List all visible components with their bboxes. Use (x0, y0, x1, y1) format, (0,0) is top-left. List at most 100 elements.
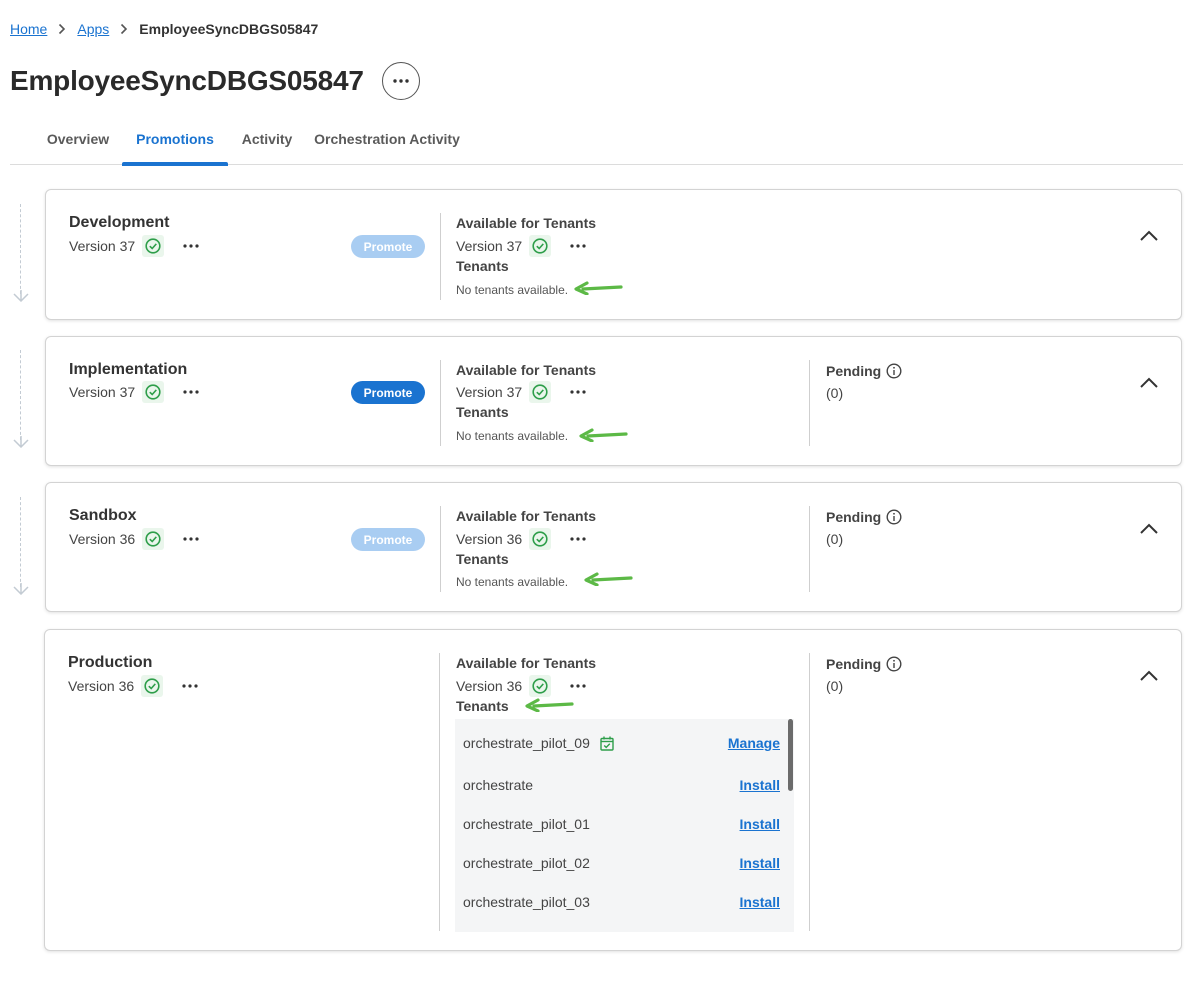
install-link[interactable]: Install (740, 855, 780, 871)
page-title: EmployeeSyncDBGS05847 (10, 65, 364, 96)
collapse-button[interactable] (1137, 371, 1161, 395)
environment-card-production: Production Version 36 Available for Tena… (44, 629, 1182, 951)
breadcrumb-apps-link[interactable]: Apps (77, 21, 109, 37)
app-actions-button[interactable] (381, 62, 420, 100)
calendar-check-icon (600, 736, 614, 751)
ellipsis-icon (393, 79, 409, 83)
check-circle-icon (529, 675, 552, 697)
environment-name: Implementation (69, 361, 188, 378)
environment-name: Sandbox (69, 507, 137, 524)
promote-button[interactable]: Promote (351, 381, 425, 404)
check-circle-icon (141, 675, 164, 697)
annotation-arrow-icon (525, 698, 574, 712)
manage-link[interactable]: Manage (728, 735, 780, 751)
chevron-right-icon (109, 23, 139, 35)
promote-button[interactable]: Promote (351, 235, 425, 258)
available-version: Version 36 (456, 528, 591, 550)
info-circle-icon[interactable] (886, 509, 902, 525)
tab-overview[interactable]: Overview (37, 112, 119, 165)
collapse-button[interactable] (1137, 664, 1161, 688)
chevron-up-icon (1140, 230, 1158, 241)
environment-version: Version 36 (69, 528, 204, 550)
no-tenants-message: No tenants available. (456, 283, 569, 297)
no-tenants-message: No tenants available. (456, 575, 569, 589)
version-label: Version 37 (69, 384, 136, 400)
tenant-name: orchestrate (463, 777, 534, 793)
tab-promotions[interactable]: Promotions (122, 112, 228, 166)
check-circle-icon (142, 235, 165, 257)
environment-card-development: Development Version 37 Promote Available… (45, 189, 1182, 320)
ellipsis-icon (183, 390, 199, 394)
ellipsis-icon (570, 390, 586, 394)
available-for-tenants-label: Available for Tenants (456, 362, 597, 378)
environment-version: Version 37 (69, 235, 204, 257)
version-actions-button[interactable] (178, 235, 204, 257)
column-divider (440, 360, 441, 446)
breadcrumb: Home Apps EmployeeSyncDBGS05847 (10, 21, 318, 37)
no-tenants-message: No tenants available. (456, 429, 569, 443)
version-actions-button[interactable] (177, 675, 203, 697)
arrow-down-icon (13, 436, 29, 448)
annotation-arrow-icon (574, 281, 623, 295)
ellipsis-icon (183, 537, 199, 541)
available-version: Version 37 (456, 381, 591, 403)
tab-orchestration-activity[interactable]: Orchestration Activity (314, 112, 460, 165)
version-actions-button[interactable] (178, 381, 204, 403)
pending-count: (0) (826, 531, 844, 547)
tenant-list-scrollbar[interactable] (788, 719, 793, 791)
available-version: Version 37 (456, 235, 591, 257)
tenant-row: orchestrate_pilot_01 Install (463, 813, 780, 835)
available-version: Version 36 (456, 675, 591, 697)
tenant-name: orchestrate_pilot_01 (463, 816, 590, 832)
pending-label: Pending (826, 363, 902, 379)
environment-name: Production (68, 654, 153, 671)
breadcrumb-current: EmployeeSyncDBGS05847 (139, 21, 319, 37)
column-divider (439, 653, 440, 931)
available-version-actions-button[interactable] (565, 675, 591, 697)
column-divider (809, 506, 810, 592)
ellipsis-icon (183, 244, 199, 248)
promote-button[interactable]: Promote (351, 528, 425, 551)
flow-connector (13, 497, 29, 595)
version-label: Version 36 (456, 531, 523, 547)
available-for-tenants-label: Available for Tenants (456, 508, 597, 524)
check-circle-icon (529, 381, 552, 403)
tenant-list[interactable]: orchestrate_pilot_09 Manage orchestrate … (455, 719, 794, 932)
flow-connector (13, 204, 29, 302)
available-version-actions-button[interactable] (565, 235, 591, 257)
check-circle-icon (142, 528, 165, 550)
available-version-actions-button[interactable] (565, 528, 591, 550)
chevron-up-icon (1140, 670, 1158, 681)
environment-card-implementation: Implementation Version 37 Promote Availa… (45, 336, 1182, 466)
collapse-button[interactable] (1137, 224, 1161, 248)
ellipsis-icon (570, 684, 586, 688)
available-for-tenants-label: Available for Tenants (456, 655, 597, 671)
version-label: Version 37 (69, 238, 136, 254)
install-link[interactable]: Install (740, 777, 780, 793)
version-actions-button[interactable] (178, 528, 204, 550)
tab-bar: Overview Promotions Activity Orchestrati… (10, 112, 1183, 166)
version-label: Version 37 (456, 238, 523, 254)
pending-label: Pending (826, 509, 902, 525)
pending-text: Pending (826, 656, 882, 672)
environment-version: Version 36 (68, 675, 203, 697)
install-link[interactable]: Install (740, 816, 780, 832)
breadcrumb-home-link[interactable]: Home (10, 21, 47, 37)
tab-activity[interactable]: Activity (234, 112, 300, 165)
environment-version: Version 37 (69, 381, 204, 403)
pending-text: Pending (826, 509, 882, 525)
environment-card-sandbox: Sandbox Version 36 Promote Available for… (45, 482, 1182, 612)
pending-count: (0) (826, 385, 844, 401)
info-circle-icon[interactable] (886, 363, 902, 379)
available-version-actions-button[interactable] (565, 381, 591, 403)
tenant-row: orchestrate_pilot_02 Install (463, 852, 780, 874)
flow-connector (13, 350, 29, 448)
install-link[interactable]: Install (740, 894, 780, 910)
check-circle-icon (142, 381, 165, 403)
info-circle-icon[interactable] (886, 656, 902, 672)
ellipsis-icon (570, 537, 586, 541)
ellipsis-icon (182, 684, 198, 688)
chevron-up-icon (1140, 377, 1158, 388)
collapse-button[interactable] (1137, 517, 1161, 541)
arrow-down-icon (13, 290, 29, 302)
